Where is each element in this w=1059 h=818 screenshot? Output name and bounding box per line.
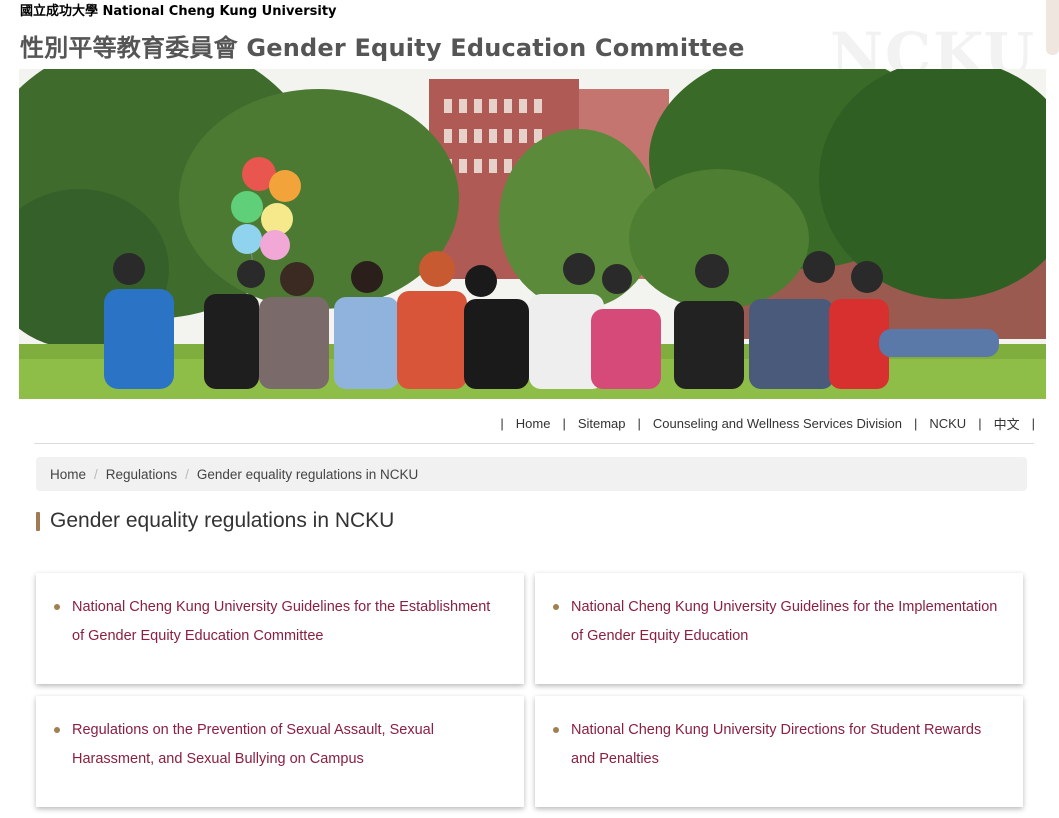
nav-chinese-link[interactable]: 中文 <box>988 414 1026 433</box>
regulation-card: National Cheng Kung University Direction… <box>535 696 1023 807</box>
list-item: Regulations on the Prevention of Sexual … <box>54 716 504 774</box>
banner-photo <box>19 69 1046 399</box>
nav-home-link[interactable]: Home <box>510 416 557 431</box>
breadcrumb-home[interactable]: Home <box>50 467 86 482</box>
breadcrumb-current: Gender equality regulations in NCKU <box>196 466 419 482</box>
regulation-link[interactable]: National Cheng Kung University Guideline… <box>571 593 1003 651</box>
breadcrumb-regulations[interactable]: Regulations <box>106 467 177 482</box>
regulation-card: Regulations on the Prevention of Sexual … <box>36 696 524 807</box>
page-heading: Gender equality regulations in NCKU <box>36 509 394 533</box>
nav-separator: | <box>562 416 566 431</box>
regulation-link[interactable]: National Cheng Kung University Direction… <box>571 716 1003 774</box>
breadcrumb-separator: / <box>185 466 189 482</box>
heading-accent-bar <box>36 511 40 531</box>
nav-counseling-link[interactable]: Counseling and Wellness Services Divisio… <box>647 416 908 431</box>
nav-separator: | <box>978 416 982 431</box>
nav-separator: | <box>913 416 918 431</box>
breadcrumb: Home / Regulations / Gender equality reg… <box>36 457 1027 491</box>
bullet-icon <box>553 604 559 610</box>
nav-separator: | <box>500 416 504 431</box>
regulation-card: National Cheng Kung University Guideline… <box>535 573 1023 684</box>
nav-divider <box>34 443 1034 444</box>
list-item: National Cheng Kung University Guideline… <box>553 593 1003 651</box>
nav-separator: | <box>1031 416 1035 431</box>
regulation-card: National Cheng Kung University Guideline… <box>36 573 524 684</box>
bullet-icon <box>54 727 60 733</box>
breadcrumb-separator: / <box>94 466 98 482</box>
list-item: National Cheng Kung University Direction… <box>553 716 1003 774</box>
bullet-icon <box>54 604 60 610</box>
bullet-icon <box>553 727 559 733</box>
site-title[interactable]: 性別平等教育委員會 Gender Equity Education Commit… <box>20 28 745 63</box>
regulation-link[interactable]: National Cheng Kung University Guideline… <box>72 593 504 651</box>
regulation-link[interactable]: Regulations on the Prevention of Sexual … <box>72 716 504 774</box>
list-item: National Cheng Kung University Guideline… <box>54 593 504 651</box>
nav-ncku-link[interactable]: NCKU <box>923 416 972 431</box>
university-name: 國立成功大學 National Cheng Kung University <box>20 4 337 19</box>
scroll-handle[interactable] <box>1046 0 1059 55</box>
nav-sitemap-link[interactable]: Sitemap <box>572 416 632 431</box>
nav-separator: | <box>637 416 641 431</box>
page-title: Gender equality regulations in NCKU <box>50 509 395 532</box>
top-navigation: | Home | Sitemap | Counseling and Wellne… <box>494 414 1041 433</box>
